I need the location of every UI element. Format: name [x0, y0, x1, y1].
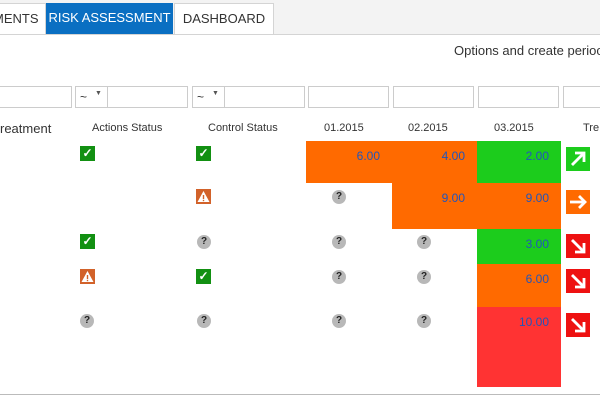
question-icon: ? [197, 235, 211, 249]
tilde-operator[interactable]: ~ [80, 90, 87, 104]
period-1-filter-input[interactable] [308, 86, 389, 108]
value-cell-r1-p2[interactable]: 4.00 [392, 141, 477, 183]
value-cell-r3-p3[interactable]: 3.00 [477, 229, 561, 264]
value-cell-r5-p3[interactable]: 10.00 [477, 307, 561, 387]
control-status-filter[interactable]: ~ ▼ [192, 86, 305, 108]
question-icon: ? [417, 270, 431, 284]
question-icon: ? [417, 314, 431, 328]
chevron-down-icon[interactable]: ▼ [212, 90, 219, 97]
period-2-filter-input[interactable] [393, 86, 474, 108]
trend-filter-input[interactable] [563, 86, 600, 108]
value-cell-r2-p2[interactable]: 9.00 [392, 183, 477, 229]
question-icon: ? [80, 314, 94, 328]
column-header-treatment[interactable]: reatment [0, 121, 51, 136]
column-header-02-2015[interactable]: 02.2015 [408, 122, 448, 134]
column-header-01-2015[interactable]: 01.2015 [324, 122, 364, 134]
tab-dashboard[interactable]: DASHBOARD [174, 3, 274, 34]
column-header-actions-status[interactable]: Actions Status [92, 122, 162, 134]
question-icon: ? [332, 270, 346, 284]
value-cell-r1-p3[interactable]: 2.00 [477, 141, 561, 183]
check-icon: ✓ [80, 234, 95, 249]
check-icon: ✓ [196, 269, 211, 284]
question-icon: ? [332, 190, 346, 204]
tilde-operator[interactable]: ~ [197, 90, 204, 104]
trend-down-arrow-icon [566, 313, 590, 337]
value-cell-r2-p3[interactable]: 9.00 [477, 183, 561, 229]
divider [107, 87, 108, 107]
divider [224, 87, 225, 107]
column-header-trend[interactable]: Tre [583, 122, 599, 134]
warning-icon [80, 269, 95, 284]
value-cell-r1-p1[interactable]: 6.00 [306, 141, 392, 183]
chevron-down-icon[interactable]: ▼ [95, 90, 102, 97]
question-icon: ? [197, 314, 211, 328]
trend-right-arrow-icon [566, 190, 590, 214]
column-header-03-2015[interactable]: 03.2015 [494, 122, 534, 134]
trend-up-arrow-icon [566, 147, 590, 171]
table-bottom-border [0, 394, 600, 395]
tab-risk-assessment[interactable]: RISK ASSESSMENT [46, 3, 173, 34]
check-icon: ✓ [80, 146, 95, 161]
treatment-filter-input[interactable] [0, 86, 72, 108]
question-icon: ? [332, 314, 346, 328]
value-cell-r4-p3[interactable]: 6.00 [477, 264, 561, 307]
options-link[interactable]: Options and create perioc [454, 43, 600, 58]
question-icon: ? [332, 235, 346, 249]
trend-down-arrow-icon [566, 234, 590, 258]
warning-icon [196, 189, 211, 204]
question-icon: ? [417, 235, 431, 249]
check-icon: ✓ [196, 146, 211, 161]
column-header-control-status[interactable]: Control Status [208, 122, 278, 134]
actions-status-filter[interactable]: ~ ▼ [75, 86, 188, 108]
tab-bar: MENTS RISK ASSESSMENT DASHBOARD [0, 0, 600, 35]
period-3-filter-input[interactable] [478, 86, 559, 108]
trend-down-arrow-icon [566, 269, 590, 293]
tab-measurements[interactable]: MENTS [0, 3, 46, 34]
